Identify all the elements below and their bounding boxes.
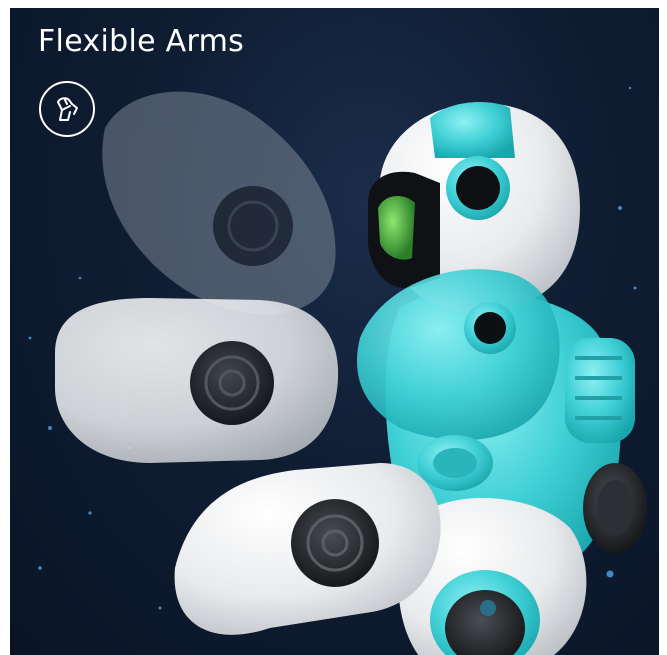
feature-title: Flexible Arms [38,24,245,59]
ghost-arm-upper [102,91,336,315]
robot-arm-icon [39,81,95,137]
robot-illustration [28,86,647,655]
ghost-arm-middle [55,298,339,463]
product-image-frame: Flexible Arms [0,0,667,655]
space-background-scene: Flexible Arms [10,8,659,655]
